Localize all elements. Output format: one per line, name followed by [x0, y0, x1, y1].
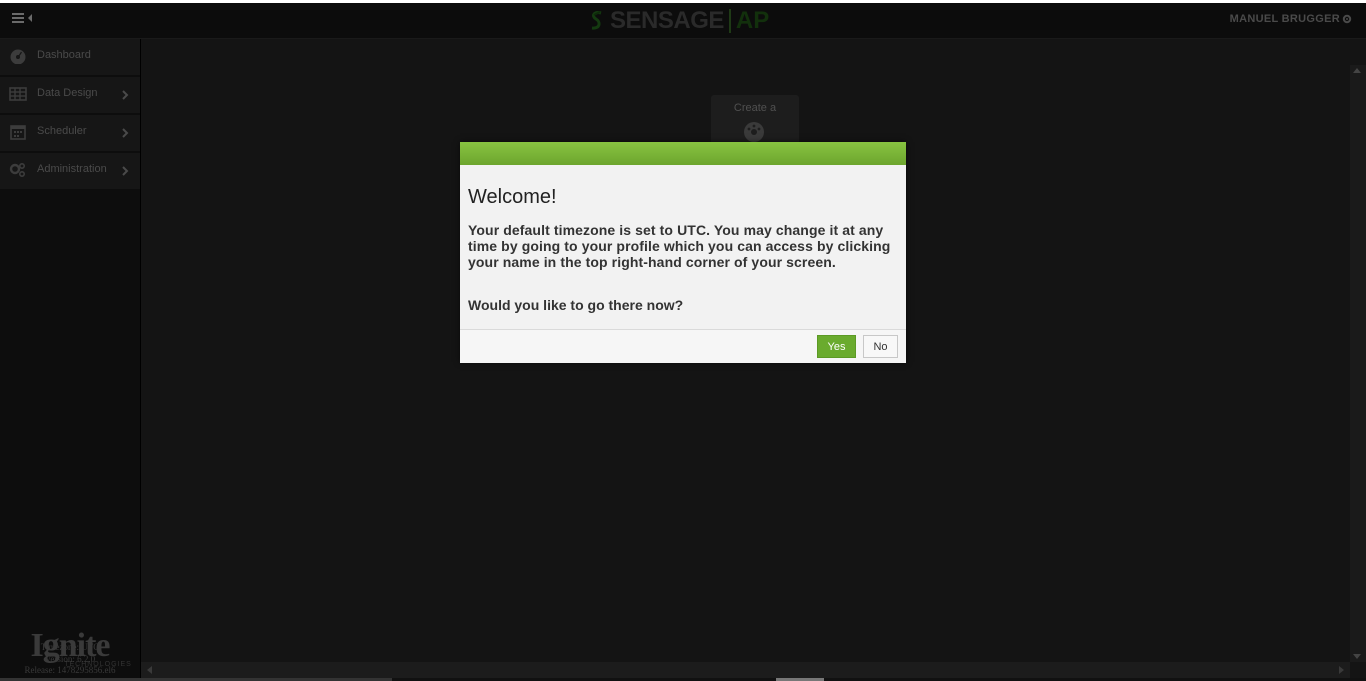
scroll-up-icon[interactable] — [1353, 68, 1361, 73]
horizontal-scrollbar[interactable] — [141, 662, 1350, 678]
yes-button[interactable]: Yes — [817, 335, 856, 358]
dashboard-icon — [10, 49, 26, 64]
sidebar-item-label: Data Design — [37, 87, 98, 99]
dashboard-icon — [744, 122, 764, 142]
sidebar-item-label: Administration — [37, 163, 107, 175]
vertical-scrollbar[interactable] — [1350, 65, 1366, 662]
menu-toggle-button[interactable] — [10, 11, 40, 27]
gear-icon[interactable] — [1342, 14, 1352, 24]
sidebar: Dashboard Data Design Scheduler Administ… — [0, 39, 140, 681]
dialog-header-bar — [460, 142, 906, 165]
app-logo: SENSAGE AP — [588, 7, 769, 35]
sidebar-item-administration[interactable]: Administration — [0, 153, 140, 191]
timezone-info: Timezone: UTC — [40, 642, 100, 652]
create-card-label: Create a — [733, 102, 777, 114]
calendar-icon — [10, 125, 26, 140]
gears-icon — [9, 162, 26, 178]
scroll-right-icon[interactable] — [1339, 666, 1344, 674]
logo-text: SENSAGE — [610, 7, 724, 34]
no-button[interactable]: No — [863, 335, 898, 358]
logo-divider — [728, 9, 731, 33]
version-info: Version: 6.2.0 — [44, 654, 96, 664]
sidebar-item-label: Scheduler — [37, 125, 87, 137]
user-profile-link[interactable]: MANUEL BRUGGER — [1230, 13, 1340, 25]
dialog-message: Your default timezone is set to UTC. You… — [468, 222, 891, 270]
logo-suffix: AP — [735, 7, 770, 34]
sidebar-item-data-design[interactable]: Data Design — [0, 77, 140, 115]
sidebar-item-scheduler[interactable]: Scheduler — [0, 115, 140, 153]
scroll-down-icon[interactable] — [1353, 654, 1361, 659]
hamburger-icon — [12, 13, 32, 23]
dialog-title: Welcome! — [468, 186, 557, 208]
dialog-question: Would you like to go there now? — [468, 297, 684, 313]
scroll-left-icon[interactable] — [147, 666, 152, 674]
app-header: SENSAGE AP MANUEL BRUGGER — [0, 3, 1366, 39]
release-info: Release: 1478295856.el6 — [24, 665, 116, 675]
sidebar-item-dashboard[interactable]: Dashboard — [0, 39, 140, 77]
sidebar-item-label: Dashboard — [37, 49, 91, 61]
welcome-dialog: Welcome! Your default timezone is set to… — [460, 142, 906, 363]
table-icon — [9, 87, 27, 101]
dialog-footer: Yes No — [460, 329, 906, 363]
chevron-right-icon — [122, 166, 129, 176]
chevron-right-icon — [122, 90, 129, 100]
chevron-right-icon — [122, 128, 129, 138]
sensage-logo-icon — [591, 11, 602, 30]
